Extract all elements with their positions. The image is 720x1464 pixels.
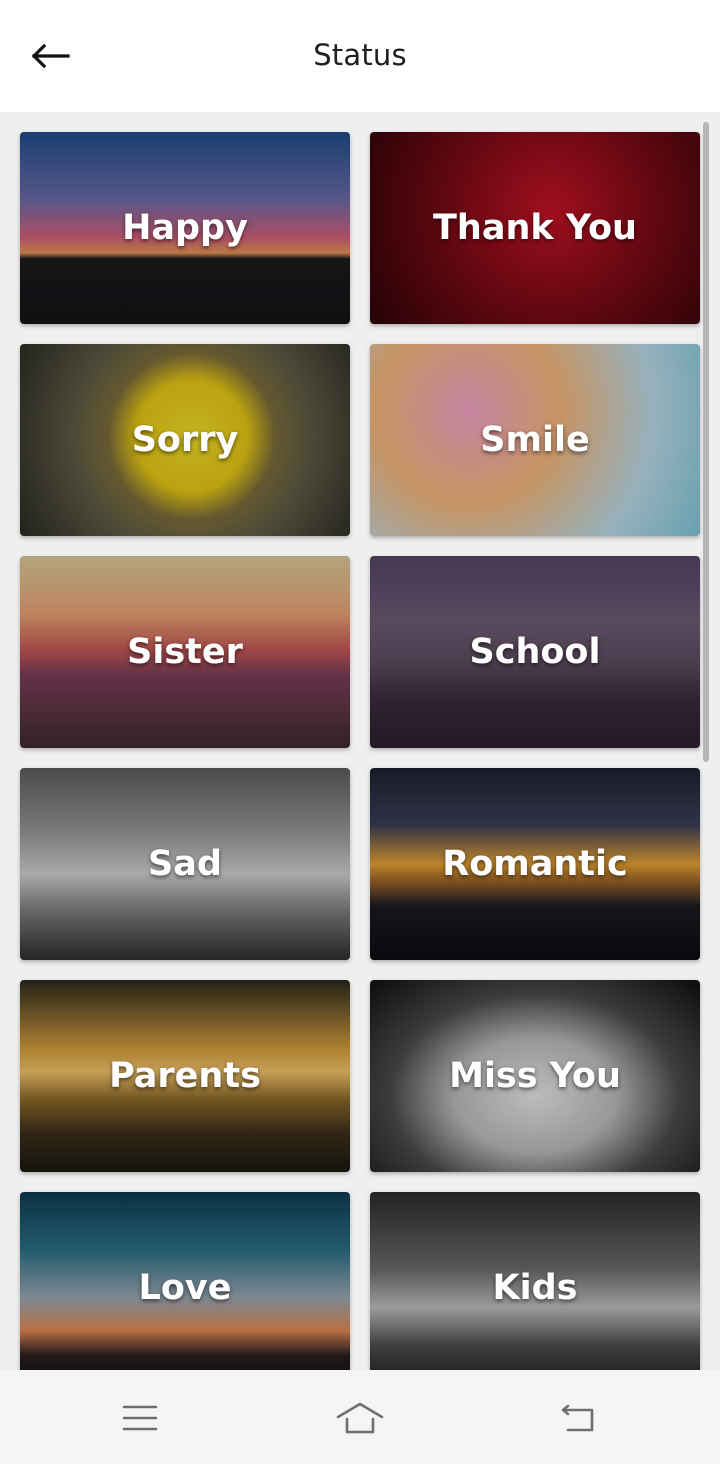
home-icon [336, 1402, 384, 1434]
category-card-miss-you[interactable]: Miss You [370, 980, 700, 1172]
category-card-happy[interactable]: Happy [20, 132, 350, 324]
status-category-grid: Happy Thank You Sorry Smile Sister Schoo… [0, 112, 720, 1370]
card-label: Sad [148, 844, 222, 884]
card-label: Sister [127, 632, 243, 672]
category-card-thank-you[interactable]: Thank You [370, 132, 700, 324]
card-label: Parents [109, 1056, 261, 1096]
card-label: Smile [480, 420, 590, 460]
card-label: Miss You [449, 1056, 621, 1096]
back-nav-button[interactable] [548, 1398, 608, 1438]
category-card-sad[interactable]: Sad [20, 768, 350, 960]
app-bar: Status [0, 0, 720, 112]
card-label: School [469, 632, 601, 672]
system-navigation-bar [0, 1370, 720, 1464]
card-label: Romantic [442, 844, 628, 884]
category-card-sorry[interactable]: Sorry [20, 344, 350, 536]
card-label: Happy [122, 208, 248, 248]
menu-button[interactable] [110, 1398, 170, 1438]
back-icon [561, 1404, 594, 1432]
menu-icon [122, 1405, 158, 1431]
card-label: Sorry [131, 420, 239, 460]
card-label: Thank You [433, 208, 637, 248]
category-card-love[interactable]: Love [20, 1192, 350, 1370]
category-card-romantic[interactable]: Romantic [370, 768, 700, 960]
page-title: Status [313, 38, 407, 72]
category-card-school[interactable]: School [370, 556, 700, 748]
home-button[interactable] [330, 1398, 390, 1438]
card-label: Love [138, 1268, 232, 1308]
category-card-kids[interactable]: Kids [370, 1192, 700, 1370]
scrollbar[interactable] [703, 122, 709, 762]
category-card-smile[interactable]: Smile [370, 344, 700, 536]
category-card-parents[interactable]: Parents [20, 980, 350, 1172]
category-card-sister[interactable]: Sister [20, 556, 350, 748]
card-label: Kids [492, 1268, 578, 1308]
